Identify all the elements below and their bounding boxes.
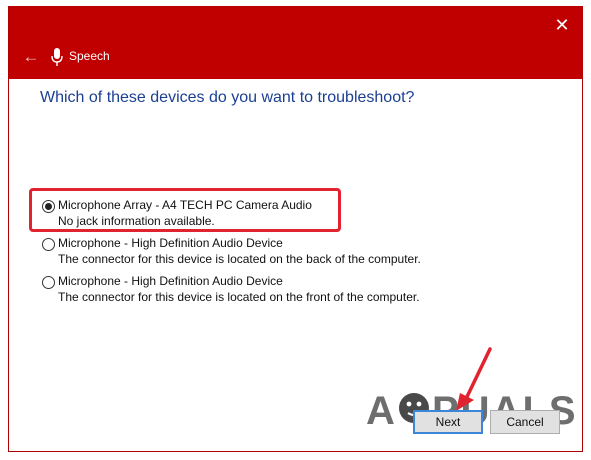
- back-arrow-icon[interactable]: ←: [21, 47, 41, 67]
- annotation-highlight-box: [29, 188, 341, 232]
- close-icon[interactable]: ✕: [552, 15, 572, 35]
- radio-button[interactable]: [42, 238, 55, 251]
- window-title: Speech: [69, 49, 110, 63]
- option-title: Microphone - High Definition Audio Devic…: [58, 236, 283, 250]
- option-title: Microphone - High Definition Audio Devic…: [58, 274, 283, 288]
- option-microphone-back[interactable]: Microphone - High Definition Audio Devic…: [40, 236, 460, 274]
- option-detail: The connector for this device is located…: [58, 290, 420, 304]
- radio-button[interactable]: [42, 276, 55, 289]
- cancel-button[interactable]: Cancel: [490, 410, 560, 434]
- option-microphone-front[interactable]: Microphone - High Definition Audio Devic…: [40, 274, 460, 312]
- title-bar: ✕ ← Speech: [9, 7, 582, 79]
- option-detail: The connector for this device is located…: [58, 252, 421, 266]
- next-button[interactable]: Next: [413, 410, 483, 434]
- page-heading: Which of these devices do you want to tr…: [40, 89, 415, 106]
- microphone-icon: [51, 48, 63, 66]
